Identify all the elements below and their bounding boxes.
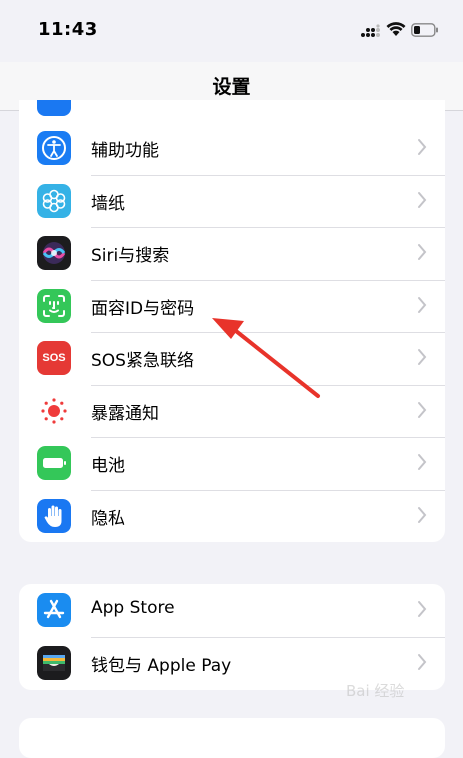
settings-row-battery[interactable]: 电池 — [19, 437, 445, 489]
settings-group-store: App Store 钱包与 Apple Pay — [19, 584, 445, 690]
battery-status-icon — [411, 23, 438, 37]
siri-icon — [37, 236, 71, 270]
settings-group-general: 辅助功能 墙纸 Siri与搜索 面容ID与密码 SOS SOS紧急联络 暴露通知… — [19, 100, 445, 542]
row-divider — [91, 385, 445, 386]
settings-row-label: 暴露通知 — [91, 404, 159, 424]
chevron-right-icon — [418, 654, 427, 670]
chevron-right-icon — [418, 244, 427, 260]
settings-group-partial — [19, 718, 445, 758]
settings-row-label: 隐私 — [91, 509, 125, 529]
row-divider — [91, 490, 445, 491]
battery-icon — [37, 446, 71, 480]
privacy-hand-icon — [37, 499, 71, 533]
settings-row-emergency-sos[interactable]: SOS SOS紧急联络 — [19, 332, 445, 384]
chevron-right-icon — [418, 192, 427, 208]
face-id-icon — [37, 289, 71, 323]
settings-row-label: 辅助功能 — [91, 141, 159, 161]
page-title: 设置 — [212, 76, 251, 98]
settings-row-face-id[interactable]: 面容ID与密码 — [19, 280, 445, 332]
row-divider — [91, 227, 445, 228]
row-divider — [91, 175, 445, 176]
row-divider — [91, 280, 445, 281]
settings-row-label: App Store — [91, 598, 175, 618]
settings-row-label: Siri与搜索 — [91, 246, 170, 266]
chevron-right-icon — [418, 601, 427, 617]
partial-row-hidden[interactable] — [19, 100, 445, 122]
settings-row-app-store[interactable]: App Store — [19, 584, 445, 636]
settings-row-wallpaper[interactable]: 墙纸 — [19, 175, 445, 227]
status-bar: 11:43 — [0, 0, 463, 62]
wifi-icon — [386, 22, 406, 36]
settings-row-accessibility[interactable]: 辅助功能 — [19, 122, 445, 174]
chevron-right-icon — [418, 402, 427, 418]
cellular-signal-icon — [361, 24, 380, 37]
settings-row-privacy[interactable]: 隐私 — [19, 490, 445, 542]
settings-row-label: 墙纸 — [91, 194, 125, 214]
settings-row-siri[interactable]: Siri与搜索 — [19, 227, 445, 279]
settings-row-label: 面容ID与密码 — [91, 299, 195, 319]
wallet-icon — [37, 646, 71, 680]
status-time: 11:43 — [38, 19, 98, 40]
exposure-notification-icon — [37, 394, 71, 428]
wallpaper-flower-icon — [37, 184, 71, 218]
row-divider — [91, 437, 445, 438]
chevron-right-icon — [418, 297, 427, 313]
settings-row-label: 钱包与 Apple Pay — [91, 656, 232, 676]
watermark: Bai 经验 — [346, 682, 405, 700]
row-divider — [91, 637, 445, 638]
sos-icon: SOS — [37, 341, 71, 375]
accessibility-icon — [37, 131, 71, 165]
chevron-right-icon — [418, 139, 427, 155]
app-store-icon — [37, 593, 71, 627]
display-icon — [37, 100, 71, 116]
chevron-right-icon — [418, 454, 427, 470]
row-divider — [91, 332, 445, 333]
settings-row-exposure-notifications[interactable]: 暴露通知 — [19, 385, 445, 437]
chevron-right-icon — [418, 349, 427, 365]
chevron-right-icon — [418, 507, 427, 523]
settings-row-label: 电池 — [91, 456, 125, 476]
settings-row-label: SOS紧急联络 — [91, 351, 194, 371]
